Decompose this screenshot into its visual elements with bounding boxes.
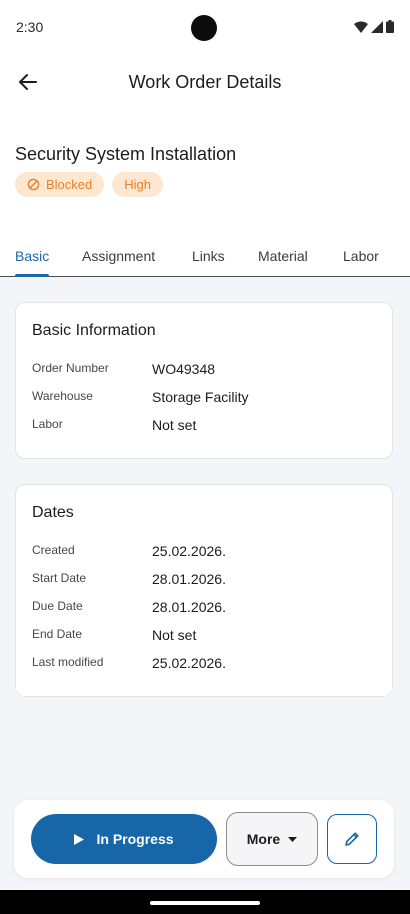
status-badge: Blocked xyxy=(15,172,105,197)
row-value: Not set xyxy=(152,417,197,433)
tab-material[interactable]: Material xyxy=(258,248,308,264)
camera-cutout xyxy=(191,15,217,41)
date-row-last-modified: Last modified 25.02.2026. xyxy=(32,655,372,677)
row-value: Not set xyxy=(152,627,197,643)
tab-assignment[interactable]: Assignment xyxy=(82,248,155,264)
date-row-start-date: Start Date 28.01.2026. xyxy=(32,571,372,593)
row-label: Due Date xyxy=(32,599,83,613)
row-value: 28.01.2026. xyxy=(152,571,226,587)
basic-information-card: Basic Information Order Number WO49348 W… xyxy=(15,302,393,459)
battery-icon xyxy=(386,20,394,33)
row-value: 25.02.2026. xyxy=(152,655,226,671)
tab-links[interactable]: Links xyxy=(192,248,225,264)
row-label: Start Date xyxy=(32,571,87,585)
row-label: Last modified xyxy=(32,655,104,669)
info-row-warehouse: Warehouse Storage Facility xyxy=(32,389,372,411)
info-row-labor: Labor Not set xyxy=(32,417,372,439)
row-label: Labor xyxy=(32,417,63,431)
info-row-order-number: Order Number WO49348 xyxy=(32,361,372,383)
date-row-end-date: End Date Not set xyxy=(32,627,372,649)
row-label: Created xyxy=(32,543,75,557)
row-value: 28.01.2026. xyxy=(152,599,226,615)
blocked-icon xyxy=(27,178,40,191)
row-value: WO49348 xyxy=(152,361,216,377)
status-icons xyxy=(354,20,394,33)
tab-basic[interactable]: Basic xyxy=(15,248,49,264)
in-progress-button[interactable]: In Progress xyxy=(31,814,217,864)
row-label: Order Number xyxy=(32,361,109,375)
row-value: Storage Facility xyxy=(152,389,249,405)
row-label: End Date xyxy=(32,627,83,641)
play-icon xyxy=(74,833,85,845)
status-time: 2:30 xyxy=(16,19,44,35)
system-nav-bar xyxy=(0,890,410,914)
date-row-due-date: Due Date 28.01.2026. xyxy=(32,599,372,621)
tab-bar: Basic Assignment Links Material Labor xyxy=(0,236,410,277)
work-order-title: Security System Installation xyxy=(15,144,237,164)
date-row-created: Created 25.02.2026. xyxy=(32,543,372,565)
more-label: More xyxy=(246,831,281,847)
signal-icon xyxy=(371,21,383,33)
row-label: Warehouse xyxy=(32,389,93,403)
dates-card: Dates Created 25.02.2026. Start Date 28.… xyxy=(15,484,393,697)
more-button[interactable]: More xyxy=(226,812,318,866)
status-bar: 2:30 xyxy=(0,0,410,56)
edit-button[interactable] xyxy=(327,814,377,864)
status-badge-label: Blocked xyxy=(46,177,93,192)
home-handle[interactable] xyxy=(150,901,260,905)
badge-group: Blocked High xyxy=(15,172,163,197)
bottom-action-bar: In Progress More xyxy=(14,800,394,878)
active-tab-indicator xyxy=(15,274,49,277)
row-value: 25.02.2026. xyxy=(152,543,226,559)
pencil-icon xyxy=(345,832,359,846)
app-bar: Work Order Details xyxy=(0,56,410,108)
card-title: Dates xyxy=(32,504,74,521)
priority-badge-label: High xyxy=(124,177,151,192)
tab-labor[interactable]: Labor xyxy=(343,248,379,264)
in-progress-label: In Progress xyxy=(96,831,174,847)
card-title: Basic Information xyxy=(32,322,156,339)
priority-badge: High xyxy=(112,172,163,197)
caret-down-icon xyxy=(288,836,298,842)
wifi-icon xyxy=(354,21,368,33)
page-title: Work Order Details xyxy=(128,72,282,92)
